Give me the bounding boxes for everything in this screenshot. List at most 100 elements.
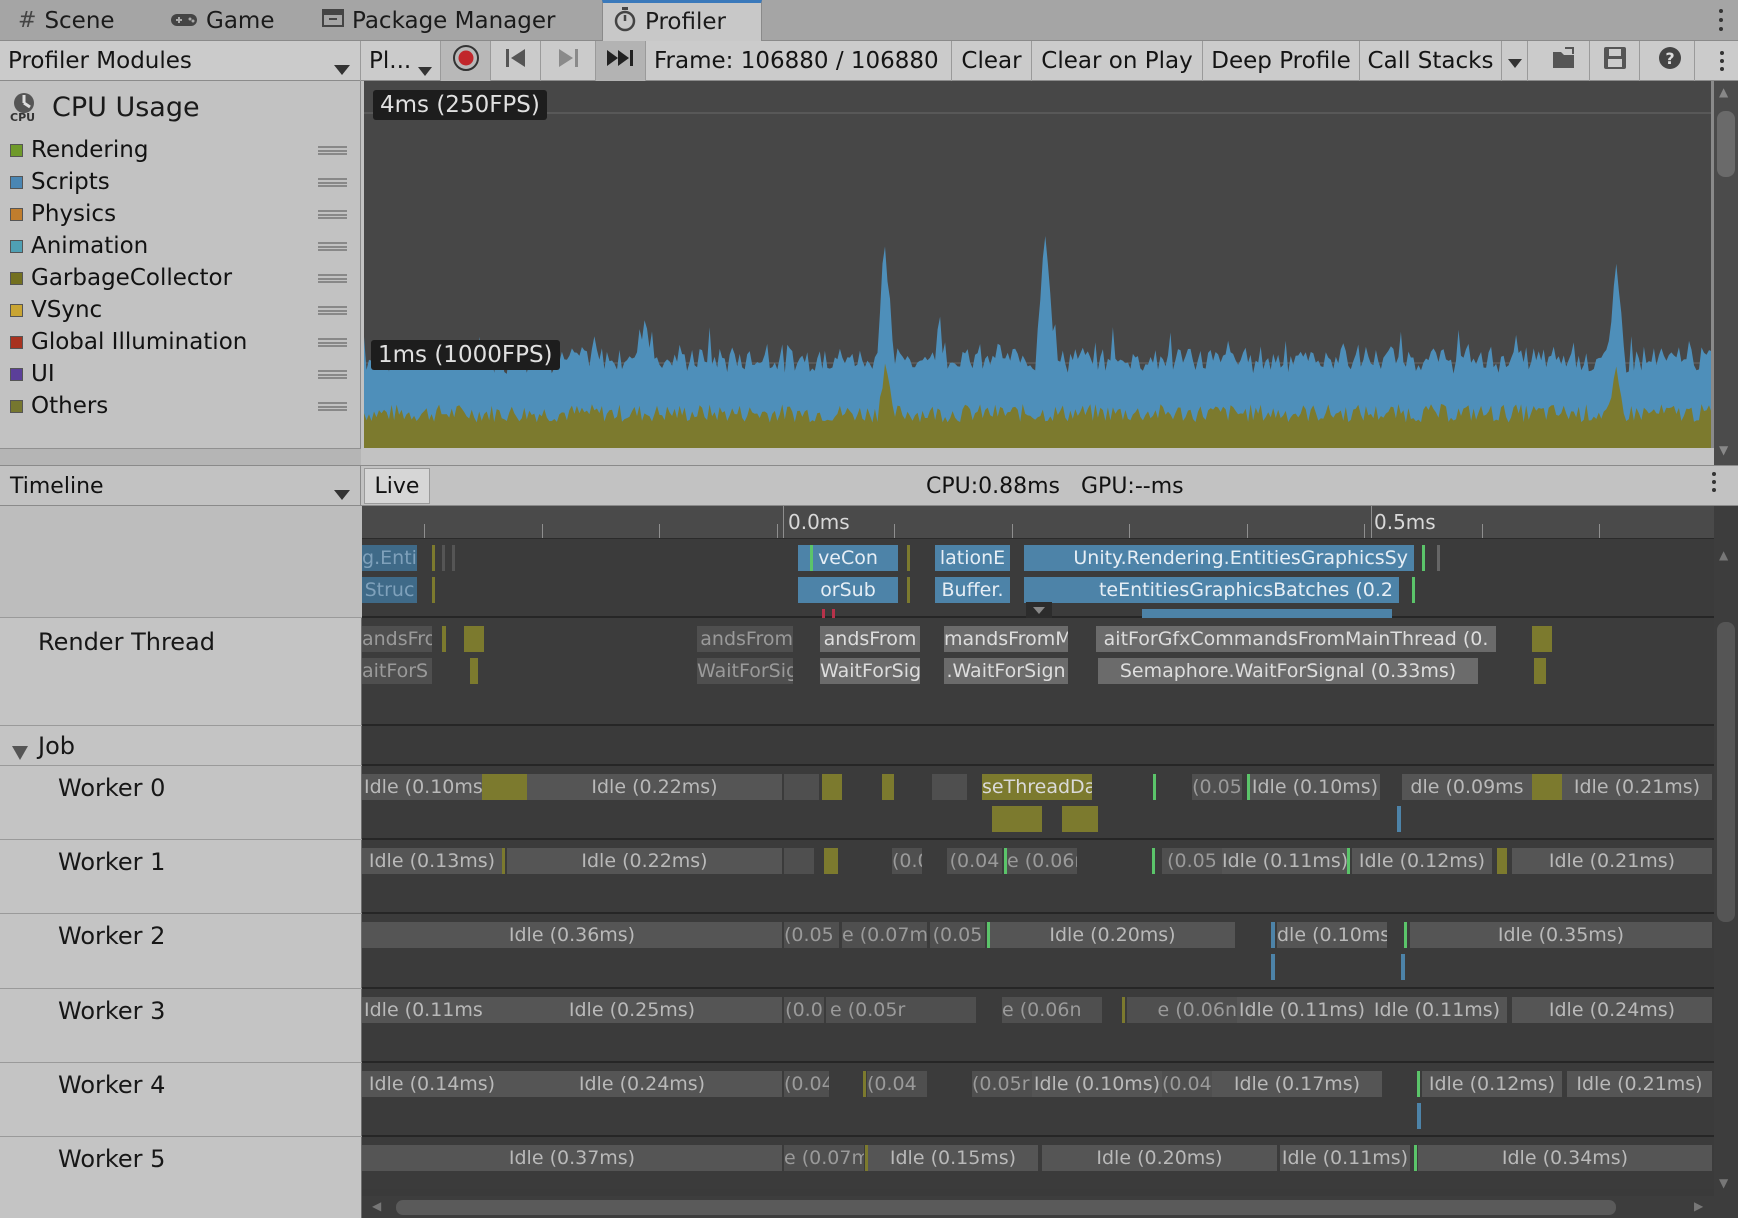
- drag-handle-icon[interactable]: [318, 401, 347, 411]
- job-block[interactable]: Idle (0.14ms): [362, 1071, 502, 1097]
- legend-color-swatch[interactable]: [10, 303, 23, 317]
- job-marker[interactable]: [863, 1071, 866, 1097]
- job-group-row[interactable]: Job: [0, 726, 362, 766]
- main-marker[interactable]: [1412, 577, 1415, 603]
- job-block[interactable]: Idle (0.35ms): [1410, 922, 1712, 948]
- job-block[interactable]: [482, 774, 527, 800]
- drag-handle-icon[interactable]: [318, 273, 347, 283]
- main-block[interactable]: veCon: [798, 545, 898, 571]
- job-block[interactable]: [1497, 848, 1507, 874]
- main-thread-row[interactable]: [0, 506, 362, 618]
- module-legend-item[interactable]: Others: [10, 391, 355, 421]
- job-block[interactable]: (0.04: [867, 1071, 927, 1097]
- legend-color-swatch[interactable]: [10, 207, 23, 221]
- timeline-hscroll-thumb[interactable]: [396, 1200, 1616, 1215]
- main-block-update-batches[interactable]: teEntitiesGraphicsBatches (0.2: [1024, 577, 1399, 603]
- module-legend-item[interactable]: Global Illumination: [10, 327, 355, 357]
- worker-1-row[interactable]: Worker 1: [0, 840, 362, 914]
- job-block[interactable]: Idle (0.11ms): [1237, 997, 1367, 1023]
- main-block[interactable]: lationE: [935, 545, 1010, 571]
- deep-profile-toggle[interactable]: Deep Profile: [1203, 41, 1360, 81]
- render-thread-lane[interactable]: andsFro aitForS andsFrom WaitForSig ands…: [362, 618, 1714, 726]
- worker-3-lane[interactable]: Idle (0.11ms) Idle (0.25ms) (0.0 e (0.05…: [362, 989, 1714, 1063]
- call-stacks-toggle[interactable]: Call Stacks: [1360, 41, 1502, 81]
- main-marker[interactable]: [907, 577, 910, 603]
- job-marker[interactable]: [1397, 806, 1401, 832]
- render-marker[interactable]: [1534, 658, 1546, 684]
- main-marker[interactable]: [832, 609, 835, 618]
- worker-0-lane[interactable]: Idle (0.10ms) Idle (0.22ms) seThreadDa (…: [362, 766, 1714, 840]
- render-marker[interactable]: [442, 626, 446, 652]
- job-block[interactable]: (0.04: [784, 1071, 829, 1097]
- toolbar-menu-kebab-icon[interactable]: [1705, 41, 1738, 81]
- help-button[interactable]: ?: [1645, 41, 1695, 81]
- job-block[interactable]: e (0.07m: [842, 922, 927, 948]
- legend-color-swatch[interactable]: [10, 175, 23, 189]
- tab-package-manager[interactable]: Package Manager: [312, 0, 565, 41]
- clear-button[interactable]: Clear: [952, 41, 1032, 81]
- main-marker[interactable]: [432, 577, 435, 603]
- timeline-horizontal-scrollbar[interactable]: ◀ ▶: [362, 1196, 1714, 1218]
- job-marker[interactable]: [1414, 1145, 1417, 1171]
- job-block[interactable]: [1532, 774, 1562, 800]
- previous-frame-button[interactable]: [491, 41, 541, 81]
- job-block[interactable]: Idle (0.11ms): [1280, 1145, 1410, 1171]
- save-button[interactable]: [1590, 41, 1640, 81]
- drag-handle-icon[interactable]: [318, 337, 347, 347]
- triangle-down-icon[interactable]: [12, 738, 28, 766]
- job-block[interactable]: dle (0.09ms: [1402, 774, 1532, 800]
- job-block[interactable]: Idle (0.13ms): [362, 848, 502, 874]
- scroll-down-arrow-icon[interactable]: ▼: [1719, 1176, 1728, 1190]
- profiler-modules-dropdown[interactable]: Profiler Modules: [0, 41, 361, 81]
- drag-handle-icon[interactable]: [318, 305, 347, 315]
- cpu-usage-header[interactable]: CPU CPU Usage: [10, 91, 200, 125]
- job-block[interactable]: Idle (0.11ms): [362, 997, 482, 1023]
- main-block[interactable]: orSub: [798, 577, 898, 603]
- job-block[interactable]: [822, 774, 842, 800]
- job-block[interactable]: Idle (0.15ms): [868, 1145, 1038, 1171]
- chart-scrollbar-thumb[interactable]: [1717, 111, 1735, 177]
- job-block[interactable]: Idle (0.12ms): [1352, 848, 1492, 874]
- worker-2-row[interactable]: Worker 2: [0, 914, 362, 989]
- tab-game[interactable]: Game: [160, 0, 284, 41]
- job-marker[interactable]: [1401, 954, 1405, 980]
- next-frame-button[interactable]: [541, 41, 596, 81]
- job-block[interactable]: Idle (0.10ms): [1250, 774, 1380, 800]
- job-block[interactable]: (0.05: [1162, 848, 1222, 874]
- clear-on-play-toggle[interactable]: Clear on Play: [1032, 41, 1203, 81]
- job-block[interactable]: [784, 848, 814, 874]
- job-block[interactable]: (0.05: [784, 922, 839, 948]
- module-legend-item[interactable]: GarbageCollector: [10, 263, 355, 293]
- job-block[interactable]: [784, 774, 819, 800]
- main-marker[interactable]: [907, 545, 910, 571]
- job-block[interactable]: Idle (0.25ms): [482, 997, 782, 1023]
- module-legend-item[interactable]: VSync: [10, 295, 355, 325]
- job-block[interactable]: Idle (0.21ms): [1512, 848, 1712, 874]
- job-block[interactable]: (0.0: [892, 848, 922, 874]
- job-block[interactable]: [1062, 806, 1098, 832]
- module-legend-item[interactable]: Physics: [10, 199, 355, 229]
- job-marker[interactable]: [502, 848, 505, 874]
- main-block-update-all-batches[interactable]: [1142, 609, 1392, 618]
- job-block[interactable]: (0.05r: [972, 1071, 1032, 1097]
- render-thread-row[interactable]: Render Thread: [0, 618, 362, 726]
- job-marker[interactable]: [1417, 1103, 1421, 1129]
- worker-5-row[interactable]: Worker 5: [0, 1137, 362, 1218]
- job-block[interactable]: Idle (0.11ms): [1222, 848, 1347, 874]
- main-marker[interactable]: [452, 545, 455, 571]
- job-block[interactable]: Idle (0.21ms): [1567, 1071, 1712, 1097]
- job-block[interactable]: e (0.06r: [1007, 848, 1077, 874]
- job-block[interactable]: Idle (0.10ms): [1032, 1071, 1162, 1097]
- job-block[interactable]: [824, 848, 838, 874]
- render-block[interactable]: WaitForSig: [697, 658, 793, 684]
- job-marker[interactable]: [1417, 1071, 1420, 1097]
- timeline-vertical-scrollbar[interactable]: ▲ ▼: [1714, 506, 1738, 1218]
- view-mode-dropdown[interactable]: Timeline: [0, 466, 361, 506]
- main-marker[interactable]: [810, 545, 813, 571]
- legend-color-swatch[interactable]: [10, 367, 23, 381]
- drag-handle-icon[interactable]: [318, 241, 347, 251]
- render-block-semaphore-wait[interactable]: Semaphore.WaitForSignal (0.33ms): [1098, 658, 1478, 684]
- render-block[interactable]: andsFrom: [697, 626, 793, 652]
- cpu-usage-chart[interactable]: 4ms (250FPS) 1ms (1000FPS): [364, 81, 1714, 448]
- main-marker[interactable]: [432, 545, 435, 571]
